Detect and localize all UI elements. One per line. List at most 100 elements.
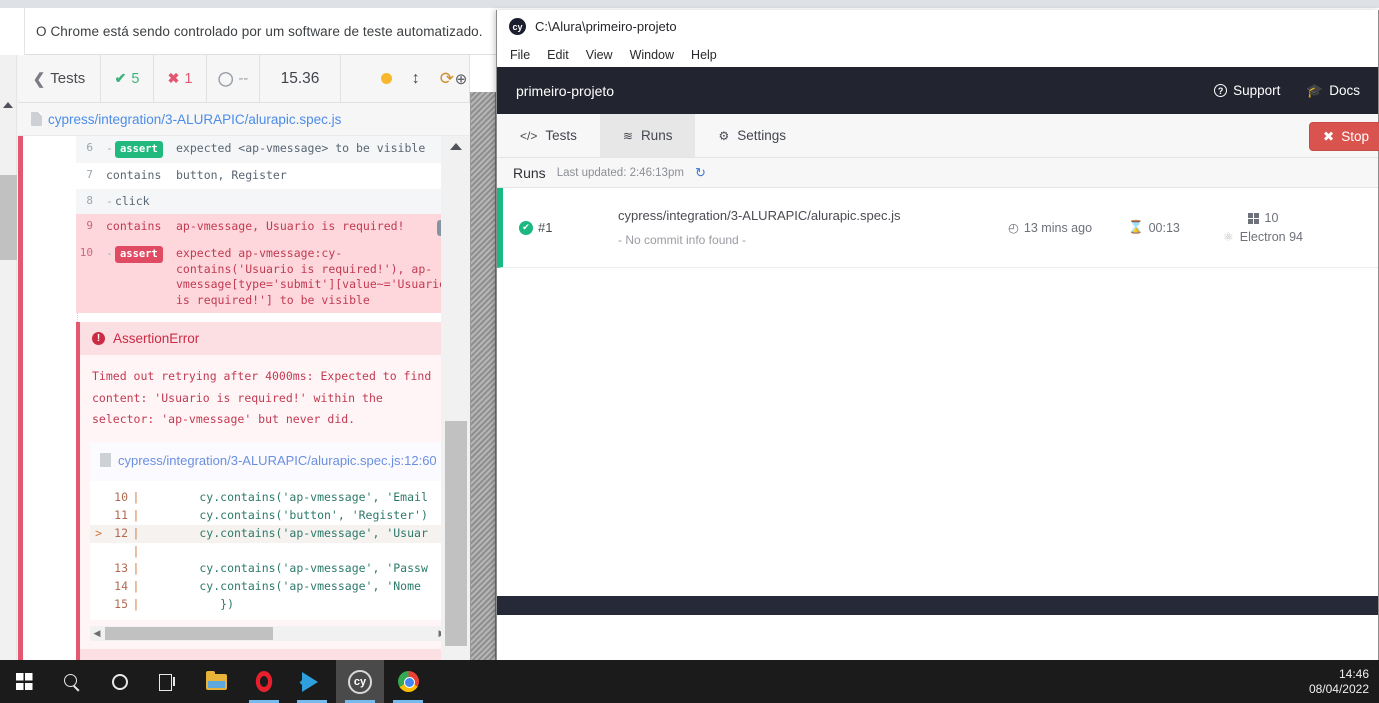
snippet-horizontal-scrollbar[interactable]: ◀ ▶ xyxy=(90,625,449,641)
stat-pending[interactable]: ◯ -- xyxy=(207,55,260,102)
scroll-up-arrow-icon[interactable] xyxy=(3,102,13,108)
run-row[interactable]: ✔ #1 cypress/integration/3-ALURAPIC/alurap… xyxy=(497,188,1378,268)
menu-item-file[interactable]: File xyxy=(510,48,530,62)
back-to-tests-label: Tests xyxy=(50,70,86,87)
selector-playground-icon[interactable]: ⊕ xyxy=(452,55,470,103)
menu-item-help[interactable]: Help xyxy=(691,48,717,62)
dash-marker: - xyxy=(106,141,113,155)
command-log-row[interactable]: 8 - click xyxy=(76,188,459,215)
app-window-title: C:\Alura\primeiro-projeto xyxy=(535,19,677,34)
run-os-text: 10 xyxy=(1264,211,1279,225)
snippet-line: 14 | cy.contains('ap-vmessage', 'Nome xyxy=(90,578,449,596)
snippet-line: 11 | cy.contains('button', 'Register') xyxy=(90,507,449,525)
snippet-divider: | xyxy=(132,597,140,612)
command-log-row[interactable]: 9 contains ap-vmessage, Usuario is require… xyxy=(76,214,459,242)
snippet-arrow-icon xyxy=(90,543,102,561)
clock-time: 14:46 xyxy=(1338,667,1369,681)
hourglass-icon: ⌛ xyxy=(1128,220,1144,234)
snippet-line: | xyxy=(90,543,449,561)
menu-item-view[interactable]: View xyxy=(586,48,613,62)
assert-badge: assert xyxy=(114,246,163,264)
chrome-tab-strip xyxy=(0,0,1379,8)
command-message: expected <ap-vmessage> to be visible xyxy=(176,141,426,155)
command-log-scrollbar[interactable] xyxy=(441,136,470,703)
runner-controls: ↕ ⟳ xyxy=(341,55,470,102)
windows-taskbar: cy 14:46 08/04/2022 xyxy=(0,660,1379,703)
scrollbar-thumb[interactable] xyxy=(0,175,17,260)
run-when: ◴ 13 mins ago xyxy=(1008,220,1128,236)
snippet-code: cy.contains('ap-vmessage', 'Usuar xyxy=(144,525,428,540)
window-resize-divider[interactable] xyxy=(470,92,496,660)
tab-label: Runs xyxy=(640,128,673,143)
vscode[interactable] xyxy=(288,660,336,703)
taskbar-clock[interactable]: 14:46 08/04/2022 xyxy=(1309,660,1369,703)
command-name: - assert xyxy=(102,246,170,308)
file-explorer[interactable] xyxy=(192,660,240,703)
runner-toolbar: ❮ Tests ✔ 5 ✖ 1 ◯ -- 15.36 ↕ ⟳ ⊕ xyxy=(18,55,470,103)
scroll-up-arrow-icon[interactable] xyxy=(450,143,462,150)
tab-tests[interactable]: </> Tests xyxy=(497,114,600,157)
support-link[interactable]: ? Support xyxy=(1214,83,1280,98)
runs-list: ✔ #1 cypress/integration/3-ALURAPIC/alurap… xyxy=(497,188,1378,268)
cypress-test-runner: ❮ Tests ✔ 5 ✖ 1 ◯ -- 15.36 ↕ ⟳ ⊕ cypress… xyxy=(0,55,470,703)
run-commit-info: - No commit info found - xyxy=(618,233,747,247)
runner-page-scrollbar[interactable] xyxy=(0,55,17,660)
cypress-logo-icon: cy xyxy=(509,18,526,35)
chrome-icon xyxy=(397,671,419,692)
task-view-button[interactable] xyxy=(144,660,192,703)
cross-icon: ✖ xyxy=(167,70,180,86)
app-tab-bar: </> Tests ≋ Runs ⚙ Settings ✖ Stop xyxy=(497,114,1379,158)
chrome-browser[interactable] xyxy=(384,660,432,703)
cypress-app[interactable]: cy xyxy=(336,660,384,703)
command-log-row[interactable]: 10- assert expected ap-vmessage:cy-contain… xyxy=(76,241,459,314)
command-log-row[interactable]: 6- assert expected <ap-vmessage> to be vis… xyxy=(76,136,459,164)
stat-passed[interactable]: ✔ 5 xyxy=(101,55,154,102)
search-button[interactable] xyxy=(48,660,96,703)
electron-icon: ⚛ xyxy=(1223,230,1234,244)
snippet-arrow-icon xyxy=(90,560,102,578)
tab-label: Settings xyxy=(737,128,786,143)
start-button[interactable] xyxy=(0,660,48,703)
stat-failed[interactable]: ✖ 1 xyxy=(154,55,207,102)
scrollbar-thumb[interactable] xyxy=(445,421,467,646)
spec-file-name[interactable]: cypress/integration/3-ALURAPIC/alurapic.… xyxy=(48,112,341,127)
scrollbar-thumb[interactable] xyxy=(105,626,273,640)
app-dark-footer xyxy=(497,596,1378,615)
run-browser-text: Electron 94 xyxy=(1239,230,1303,244)
run-environment: 10 ⚛ Electron 94 xyxy=(1223,211,1303,244)
back-to-tests-button[interactable]: ❮ Tests xyxy=(18,55,101,102)
menu-item-window[interactable]: Window xyxy=(630,48,674,62)
chevron-left-icon: ❮ xyxy=(32,70,46,88)
viewport-resize-icon[interactable]: ↕ xyxy=(412,70,420,88)
opera-icon xyxy=(255,671,273,692)
run-duration-text: 00:13 xyxy=(1148,220,1180,235)
command-list: 6- assert expected <ap-vmessage> to be vis… xyxy=(76,136,459,314)
magnifier-icon xyxy=(63,673,81,691)
error-title-row: ! AssertionError xyxy=(80,322,459,356)
cortana-button[interactable] xyxy=(96,660,144,703)
error-file-link-row[interactable]: cypress/integration/3-ALURAPIC/alurapic.… xyxy=(90,442,449,482)
amber-dot-icon xyxy=(380,73,392,84)
stop-button[interactable]: ✖ Stop xyxy=(1308,122,1379,151)
docs-label: Docs xyxy=(1329,83,1360,98)
error-file-link[interactable]: cypress/integration/3-ALURAPIC/alurapic.… xyxy=(118,451,437,471)
command-name: contains xyxy=(106,219,162,234)
spec-file-header[interactable]: cypress/integration/3-ALURAPIC/alurapic.… xyxy=(18,103,470,136)
command-number: 9 xyxy=(86,219,93,233)
dash-marker: - xyxy=(106,193,113,208)
command-number: 10 xyxy=(79,246,93,260)
run-number: #1 xyxy=(538,220,553,235)
command-log-row[interactable]: 7 contains button, Register xyxy=(76,163,459,189)
tab-runs[interactable]: ≋ Runs xyxy=(599,114,696,157)
opera-browser[interactable] xyxy=(240,660,288,703)
clock-date: 08/04/2022 xyxy=(1308,682,1369,696)
snippet-arrow-icon xyxy=(90,596,102,614)
snippet-line: 10 | cy.contains('ap-vmessage', 'Email xyxy=(90,489,449,507)
docs-link[interactable]: 🎓 Docs xyxy=(1306,83,1360,99)
scroll-left-arrow-icon[interactable]: ◀ xyxy=(90,628,104,639)
menu-item-edit[interactable]: Edit xyxy=(547,48,569,62)
snippet-divider: | xyxy=(132,525,140,540)
tab-settings[interactable]: ⚙ Settings xyxy=(695,114,809,157)
run-browser: ⚛ Electron 94 xyxy=(1223,230,1303,244)
refresh-icon[interactable]: ↻ xyxy=(695,165,706,181)
